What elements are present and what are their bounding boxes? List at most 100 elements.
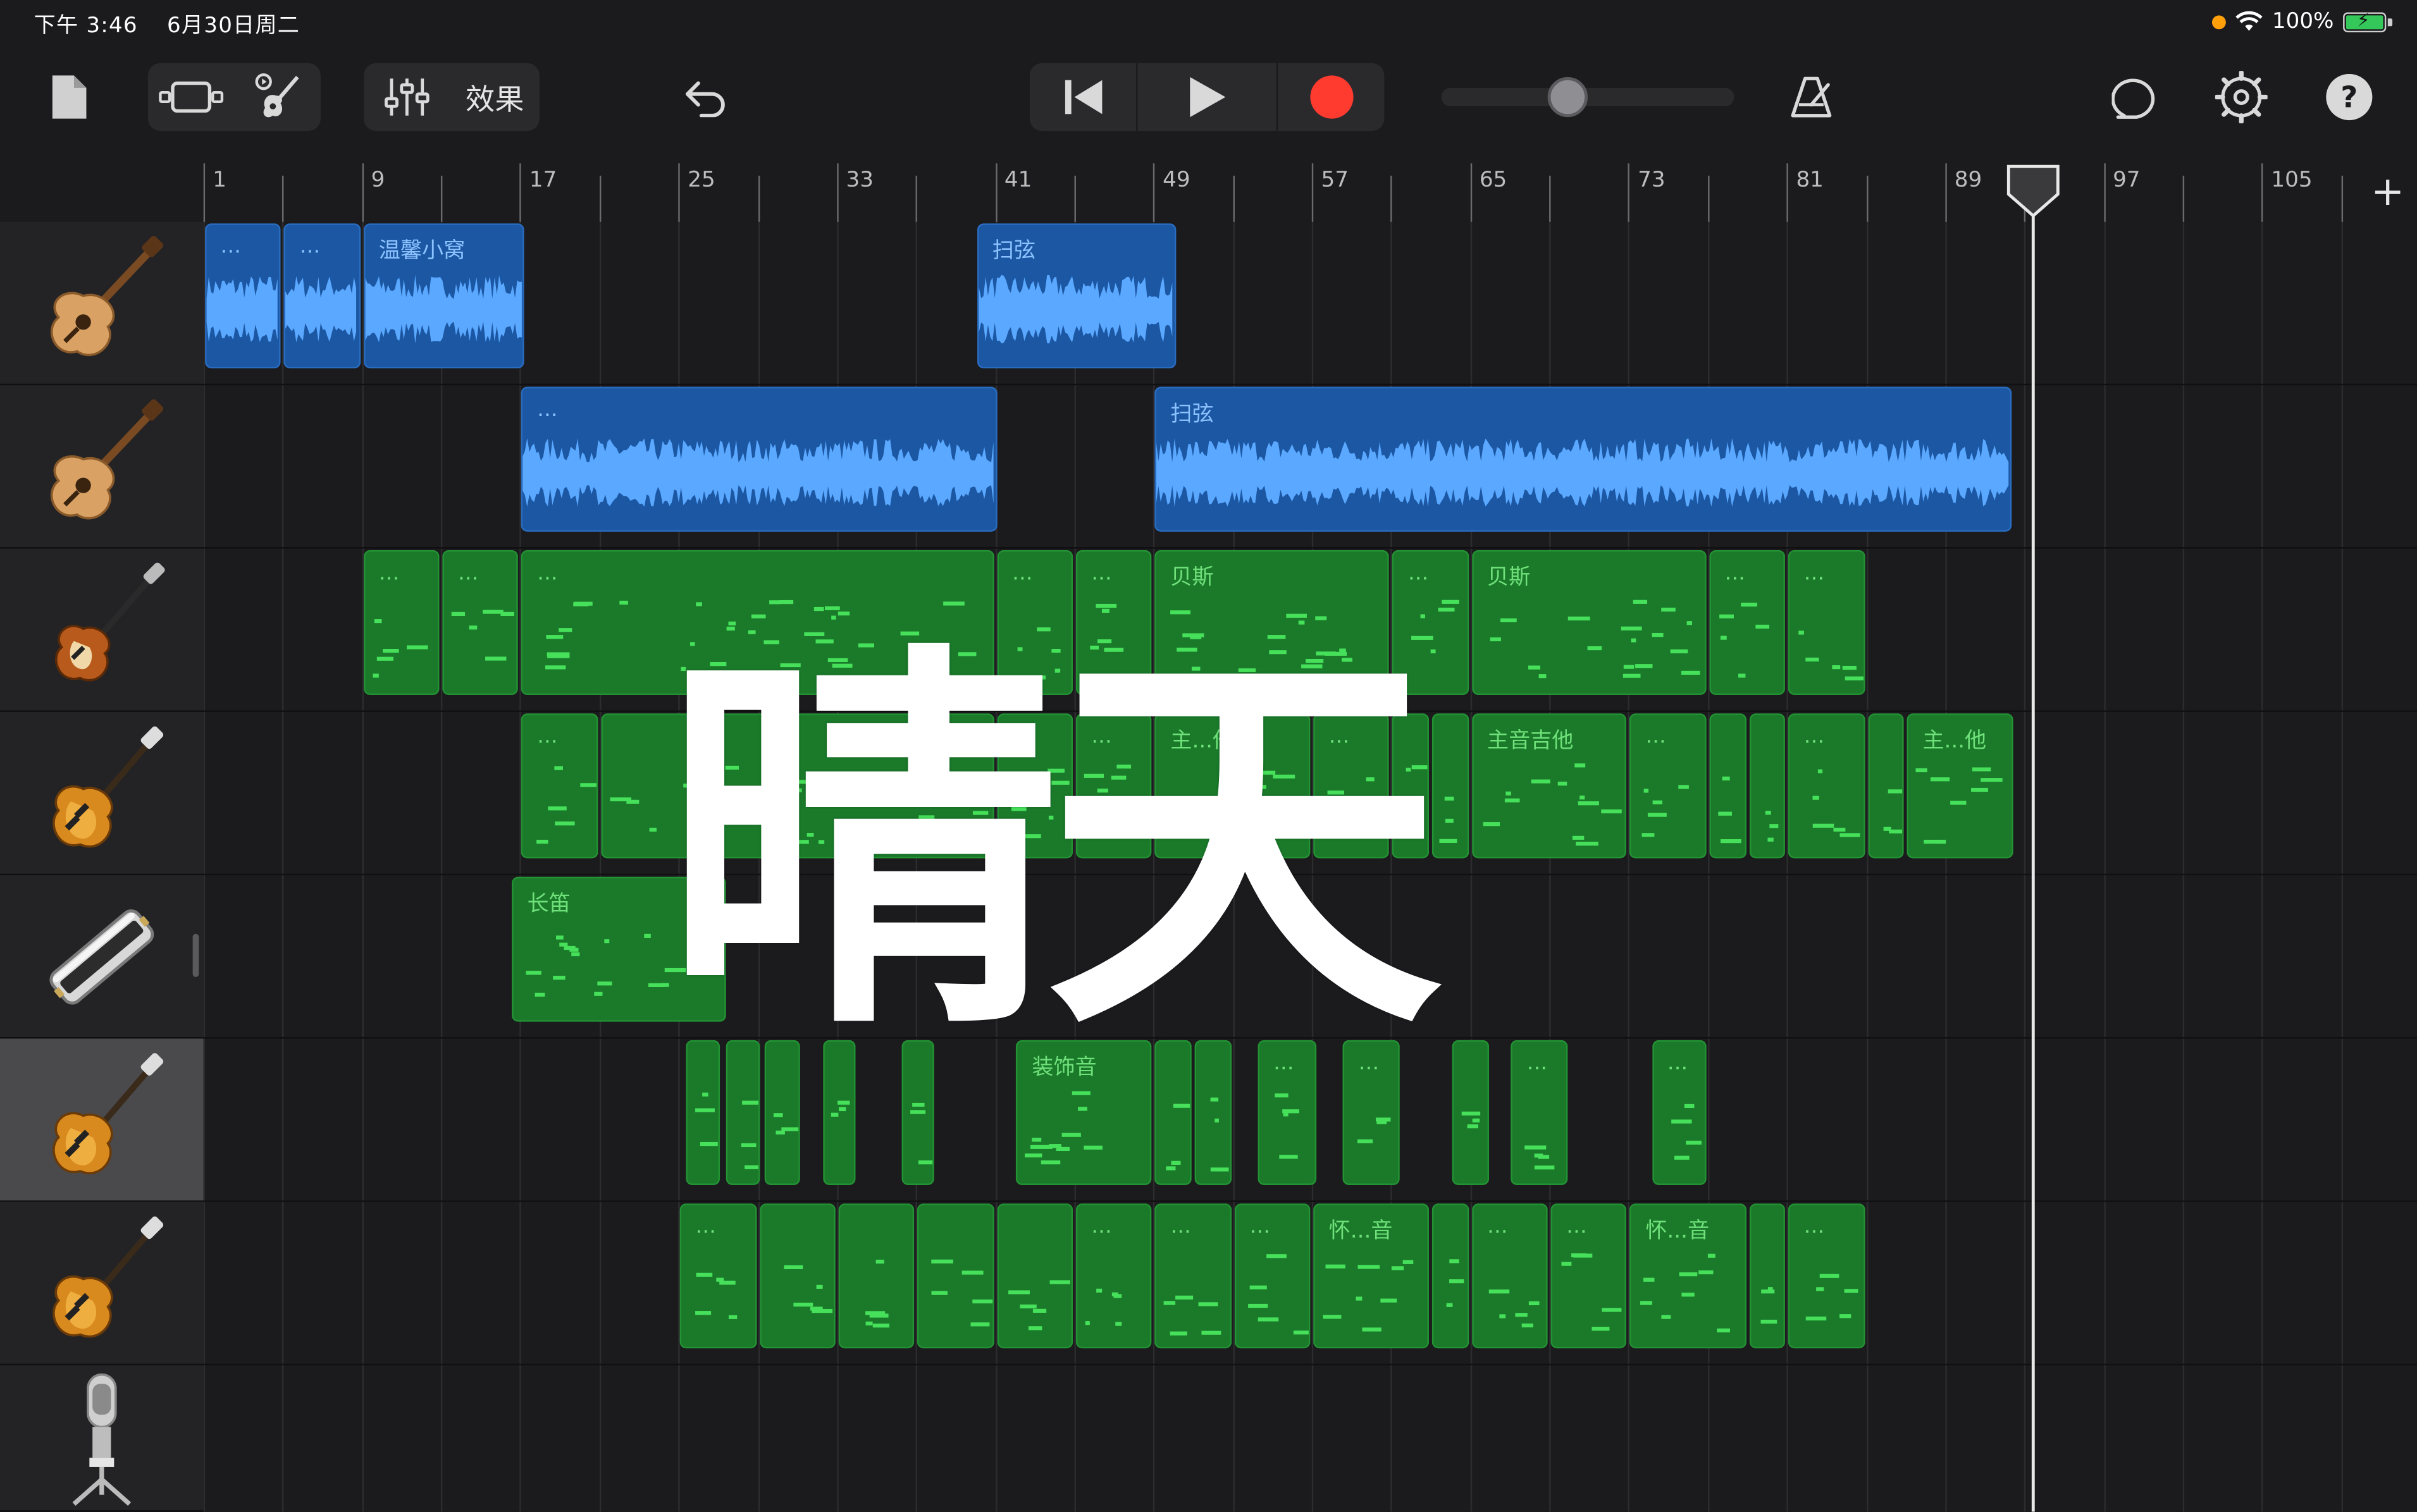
midi-note: [1767, 837, 1773, 842]
midi-region[interactable]: ...: [1234, 1203, 1311, 1349]
midi-note: [1525, 1145, 1547, 1150]
header-resize-handle[interactable]: [192, 933, 199, 977]
track-divider: [203, 1200, 2417, 1202]
midi-region[interactable]: ...: [1709, 550, 1786, 696]
midi-region[interactable]: ...: [442, 550, 519, 696]
midi-region[interactable]: 怀...音: [1629, 1203, 1746, 1349]
midi-region[interactable]: 主音吉他: [1471, 713, 1628, 859]
midi-region[interactable]: ...: [680, 1203, 757, 1349]
midi-note: [644, 933, 651, 938]
instrument-browser-button[interactable]: [234, 63, 320, 131]
midi-region[interactable]: ...: [363, 550, 440, 696]
midi-region[interactable]: 贝斯: [1471, 550, 1707, 696]
help-button[interactable]: ?: [2318, 68, 2380, 126]
audio-region[interactable]: ...: [205, 223, 281, 369]
go-to-start-button[interactable]: [1030, 63, 1136, 131]
midi-note: [962, 1270, 984, 1275]
play-button[interactable]: [1137, 63, 1276, 131]
midi-region[interactable]: 主...他: [1907, 713, 2013, 859]
midi-region[interactable]: ...: [521, 713, 598, 859]
midi-note: [1356, 1296, 1363, 1301]
wifi-icon: [2235, 11, 2263, 31]
midi-region[interactable]: [1709, 713, 1746, 859]
midi-note: [1062, 1133, 1082, 1137]
loop-browser-button[interactable]: [2106, 68, 2167, 126]
midi-region[interactable]: ...: [1788, 713, 1865, 859]
midi-note: [1641, 1301, 1654, 1305]
ruler-tick: [2103, 163, 2105, 222]
grid-line: [441, 221, 443, 1512]
midi-note: [547, 635, 564, 639]
acoustic-guitar-icon: [51, 235, 164, 355]
midi-region[interactable]: ...: [1511, 1040, 1568, 1185]
midi-region[interactable]: ...: [1788, 550, 1865, 696]
settings-button[interactable]: [2211, 68, 2272, 126]
midi-note: [1490, 637, 1501, 642]
audio-region[interactable]: 温馨小窝: [363, 223, 525, 369]
midi-note: [696, 1272, 713, 1277]
track-header-electric-guitar-1[interactable]: [0, 712, 204, 876]
midi-note: [1376, 1117, 1392, 1122]
track-header-vocal-mic[interactable]: [0, 1365, 204, 1512]
midi-note: [1717, 1328, 1731, 1332]
midi-region[interactable]: ...: [1075, 1203, 1153, 1349]
midi-region[interactable]: [1432, 713, 1469, 859]
midi-note: [783, 1265, 803, 1270]
add-section-button[interactable]: +: [2358, 163, 2417, 222]
view-toggle-button[interactable]: [148, 63, 234, 131]
midi-note: [1936, 839, 1945, 844]
midi-region[interactable]: ...: [1788, 1203, 1865, 1349]
audio-region[interactable]: 扫弦: [1154, 386, 2012, 532]
midi-note: [1950, 801, 1967, 805]
track-header-acoustic-guitar-1[interactable]: [0, 222, 204, 386]
audio-region[interactable]: ...: [284, 223, 361, 369]
playhead-handle[interactable]: [2004, 163, 2063, 222]
ruler-bar-number: 41: [1004, 168, 1032, 193]
midi-region[interactable]: [1867, 713, 1905, 859]
midi-note: [569, 947, 579, 952]
go-to-start-icon: [1064, 80, 1102, 114]
ruler-tick: [757, 175, 760, 222]
track-header-acoustic-guitar-2[interactable]: [0, 385, 204, 549]
midi-region[interactable]: ...: [1652, 1040, 1707, 1185]
midi-note: [1719, 614, 1734, 618]
track-header-electric-guitar-2[interactable]: [0, 1038, 204, 1202]
midi-region[interactable]: [1452, 1040, 1489, 1185]
track-header-harmonica[interactable]: [0, 875, 204, 1039]
midi-note: [779, 599, 794, 605]
help-icon: ?: [2326, 73, 2373, 121]
midi-note: [1818, 769, 1823, 773]
effects-button[interactable]: 效果: [450, 63, 540, 131]
midi-notes: [783, 1265, 832, 1313]
midi-region[interactable]: ...: [1154, 1203, 1232, 1349]
midi-region[interactable]: [917, 1203, 994, 1349]
midi-note: [1798, 630, 1805, 635]
track-header-bass[interactable]: [0, 549, 204, 712]
audio-region[interactable]: ...: [521, 386, 998, 532]
midi-note: [1008, 1290, 1029, 1294]
midi-region[interactable]: 怀...音: [1313, 1203, 1430, 1349]
midi-region[interactable]: [1748, 713, 1786, 859]
midi-region[interactable]: ...: [1629, 713, 1707, 859]
midi-note: [695, 1311, 712, 1315]
track-header-electric-guitar-3[interactable]: [0, 1202, 204, 1366]
midi-region[interactable]: [1432, 1203, 1469, 1349]
midi-region[interactable]: ...: [1471, 1203, 1548, 1349]
midi-region[interactable]: [759, 1203, 836, 1349]
timeline-ruler[interactable]: 1 9 17 25 33 41 49 57 65 73 81 89 97 105: [203, 163, 2417, 222]
midi-note: [553, 976, 566, 980]
mixer-button[interactable]: [364, 63, 450, 131]
midi-note: [1032, 1308, 1046, 1313]
document-icon: [52, 75, 87, 119]
master-volume-knob[interactable]: [1547, 77, 1588, 118]
record-button[interactable]: [1278, 63, 1384, 131]
midi-region[interactable]: ...: [1550, 1203, 1628, 1349]
metronome-button[interactable]: [1781, 68, 1842, 126]
midi-notes: [1008, 1280, 1070, 1331]
my-songs-button[interactable]: [43, 68, 96, 126]
midi-region[interactable]: [1748, 1203, 1786, 1349]
undo-button[interactable]: [675, 68, 736, 126]
midi-region[interactable]: [996, 1203, 1073, 1349]
audio-region[interactable]: 扫弦: [977, 223, 1176, 369]
midi-region[interactable]: [838, 1203, 915, 1349]
